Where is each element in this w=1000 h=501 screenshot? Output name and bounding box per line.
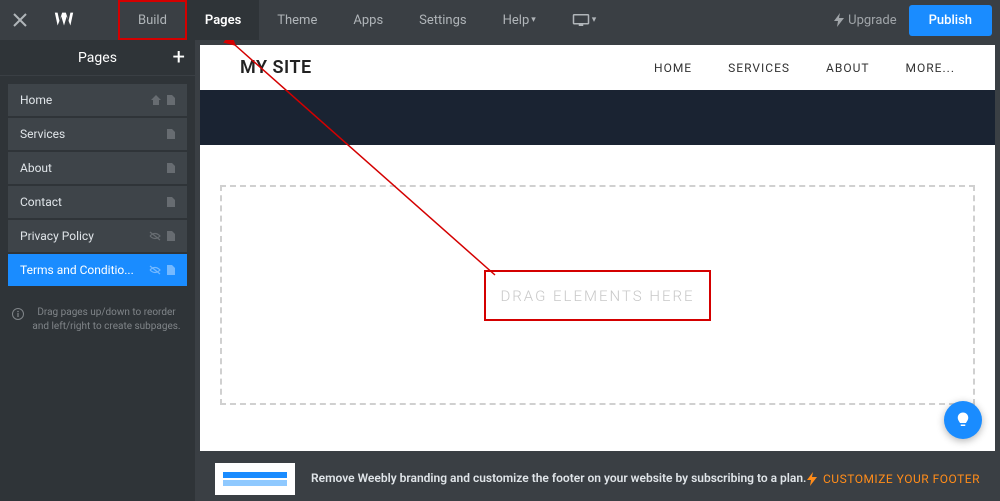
menu-apps-label: Apps (353, 13, 383, 28)
page-item-home[interactable]: Home (8, 84, 187, 116)
page-icon (167, 265, 175, 275)
page-item-services[interactable]: Services (8, 118, 187, 150)
menu-pages-label: Pages (205, 13, 241, 28)
drop-zone-container: DRAG ELEMENTS HERE (200, 145, 995, 445)
site-preview-canvas: MY SITE HOME SERVICES ABOUT MORE... DRAG… (200, 45, 995, 451)
lightning-icon (807, 472, 817, 486)
page-item-icons (149, 231, 175, 241)
desktop-icon (572, 13, 590, 27)
customize-footer-link[interactable]: CUSTOMIZE YOUR FOOTER (807, 472, 980, 486)
menu-settings-label: Settings (419, 13, 466, 28)
menu-theme-label: Theme (277, 13, 317, 28)
footer-promo-text: Remove Weebly branding and customize the… (311, 470, 807, 487)
page-item-contact[interactable]: Contact (8, 186, 187, 218)
weebly-logo[interactable] (40, 0, 88, 40)
home-icon (151, 95, 161, 105)
lightbulb-icon (954, 411, 972, 429)
footer-preview-thumb (215, 463, 295, 495)
page-item-label: Terms and Conditio... (20, 263, 134, 277)
topbar-left-group: Build Pages Theme Apps Settings Help▾ ▾ (0, 0, 614, 40)
close-button[interactable] (0, 0, 40, 40)
drop-zone[interactable]: DRAG ELEMENTS HERE (220, 185, 975, 405)
page-item-terms[interactable]: Terms and Conditio... (8, 254, 187, 286)
page-item-label: Privacy Policy (20, 229, 94, 243)
page-icon (167, 163, 175, 173)
hero-section[interactable] (200, 90, 995, 145)
lightning-icon (834, 13, 844, 27)
page-item-icons (167, 129, 175, 139)
page-list: Home Services About Contact (0, 76, 195, 296)
chevron-down-icon: ▾ (592, 15, 597, 25)
page-item-about[interactable]: About (8, 152, 187, 184)
sidebar-title: Pages (78, 50, 117, 66)
device-preview-toggle[interactable]: ▾ (554, 0, 615, 40)
page-item-icons (167, 197, 175, 207)
page-item-label: Contact (20, 195, 62, 209)
menu-apps[interactable]: Apps (335, 0, 401, 40)
page-icon (167, 129, 175, 139)
page-item-icons (151, 95, 175, 105)
page-icon (167, 197, 175, 207)
editor-canvas-area: MY SITE HOME SERVICES ABOUT MORE... DRAG… (195, 40, 1000, 501)
upgrade-label: Upgrade (848, 13, 896, 28)
chevron-down-icon: ▾ (531, 15, 536, 25)
menu-build[interactable]: Build (118, 0, 187, 40)
thumb-bar (223, 472, 287, 478)
footer-upgrade-banner: Remove Weebly branding and customize the… (195, 456, 1000, 501)
sidebar-header: Pages + (0, 40, 195, 76)
site-nav-more[interactable]: MORE... (906, 61, 955, 75)
menu-theme[interactable]: Theme (259, 0, 335, 40)
add-page-button[interactable]: + (173, 45, 185, 70)
page-icon (167, 231, 175, 241)
menu-help[interactable]: Help▾ (485, 0, 554, 40)
sidebar-hint-text: Drag pages up/down to reorder and left/r… (30, 306, 183, 334)
site-nav-about[interactable]: ABOUT (826, 61, 870, 75)
site-header: MY SITE HOME SERVICES ABOUT MORE... (200, 45, 995, 90)
customize-footer-label: CUSTOMIZE YOUR FOOTER (823, 472, 980, 486)
hidden-icon (149, 265, 161, 275)
info-icon (12, 308, 24, 320)
topbar-right-group: Upgrade Publish (834, 5, 1000, 36)
publish-label: Publish (929, 13, 972, 28)
pages-sidebar: Pages + Home Services About (0, 40, 195, 501)
thumb-bar (223, 480, 287, 486)
hidden-icon (149, 231, 161, 241)
menu-build-label: Build (138, 13, 167, 28)
page-item-privacy[interactable]: Privacy Policy (8, 220, 187, 252)
annotation-highlight-box: DRAG ELEMENTS HERE (484, 270, 710, 321)
site-title[interactable]: MY SITE (240, 57, 312, 78)
menu-pages[interactable]: Pages (187, 0, 259, 40)
main-layout: Pages + Home Services About (0, 40, 1000, 501)
page-item-label: Home (20, 93, 52, 107)
publish-button[interactable]: Publish (909, 5, 992, 36)
site-nav-home[interactable]: HOME (654, 61, 692, 75)
page-icon (167, 95, 175, 105)
menu-settings[interactable]: Settings (401, 0, 484, 40)
upgrade-link[interactable]: Upgrade (834, 13, 896, 28)
page-item-label: About (20, 161, 52, 175)
page-item-label: Services (20, 127, 65, 141)
page-item-icons (149, 265, 175, 275)
sidebar-hint: Drag pages up/down to reorder and left/r… (0, 296, 195, 344)
drop-zone-text: DRAG ELEMENTS HERE (500, 287, 694, 305)
site-nav: HOME SERVICES ABOUT MORE... (654, 61, 955, 75)
page-item-icons (167, 163, 175, 173)
menu-help-label: Help (503, 13, 530, 28)
top-toolbar: Build Pages Theme Apps Settings Help▾ ▾ … (0, 0, 1000, 40)
main-menu: Build Pages Theme Apps Settings Help▾ ▾ (118, 0, 614, 40)
help-fab[interactable] (944, 401, 982, 439)
site-nav-services[interactable]: SERVICES (728, 61, 790, 75)
